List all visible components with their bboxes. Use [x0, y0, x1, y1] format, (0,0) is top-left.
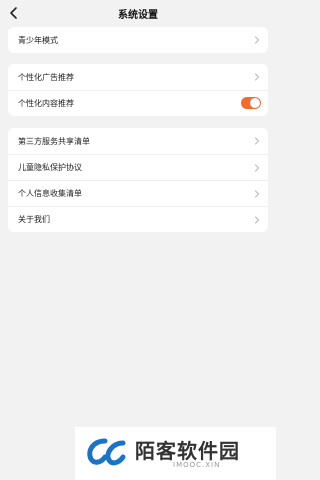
chevron-right-icon — [254, 216, 260, 224]
watermark-url: IMOOC.XIN — [173, 461, 221, 469]
setting-item-label: 关于我们 — [18, 215, 50, 224]
setting-item-label: 儿童隐私保护协议 — [18, 163, 82, 172]
setting-item-child-privacy[interactable]: 儿童隐私保护协议 — [8, 154, 268, 180]
setting-item-label: 个性化广告推荐 — [18, 72, 74, 82]
watermark-name: 陌客软件园 — [135, 439, 240, 463]
chevron-right-icon — [254, 73, 260, 81]
setting-item-info-collection[interactable]: 个人信息收集清单 — [8, 180, 268, 206]
settings-group-1: 青少年模式 — [8, 27, 268, 53]
setting-item-personalized-ads[interactable]: 个性化广告推荐 — [8, 64, 268, 90]
chevron-right-icon — [254, 190, 260, 198]
page-title: 系统设置 — [118, 10, 158, 21]
setting-item-label: 青少年模式 — [18, 35, 58, 45]
settings-group-3: 第三方服务共享清单 儿童隐私保护协议 个人信息收集清单 关于我们 — [8, 128, 268, 232]
top-bar: 系统设置 — [0, 0, 276, 30]
setting-item-about-us[interactable]: 关于我们 — [8, 206, 268, 232]
setting-item-teen-mode[interactable]: 青少年模式 — [8, 27, 268, 53]
chevron-right-icon — [254, 164, 260, 172]
setting-item-personalized-content: 个性化内容推荐 — [8, 90, 268, 116]
setting-item-label: 个性化内容推荐 — [18, 99, 74, 108]
watermark: 陌客软件园 IMOOC.XIN — [75, 427, 276, 480]
setting-item-label: 第三方服务共享清单 — [18, 136, 90, 146]
settings-group-2: 个性化广告推荐 个性化内容推荐 — [8, 64, 268, 116]
setting-item-third-party-sharing[interactable]: 第三方服务共享清单 — [8, 128, 268, 154]
personalized-content-toggle[interactable] — [241, 97, 261, 109]
setting-item-label: 个人信息收集清单 — [18, 189, 82, 198]
chevron-right-icon — [254, 36, 260, 44]
watermark-logo-icon — [87, 438, 126, 466]
toggle-knob — [250, 98, 260, 108]
chevron-right-icon — [254, 137, 260, 145]
